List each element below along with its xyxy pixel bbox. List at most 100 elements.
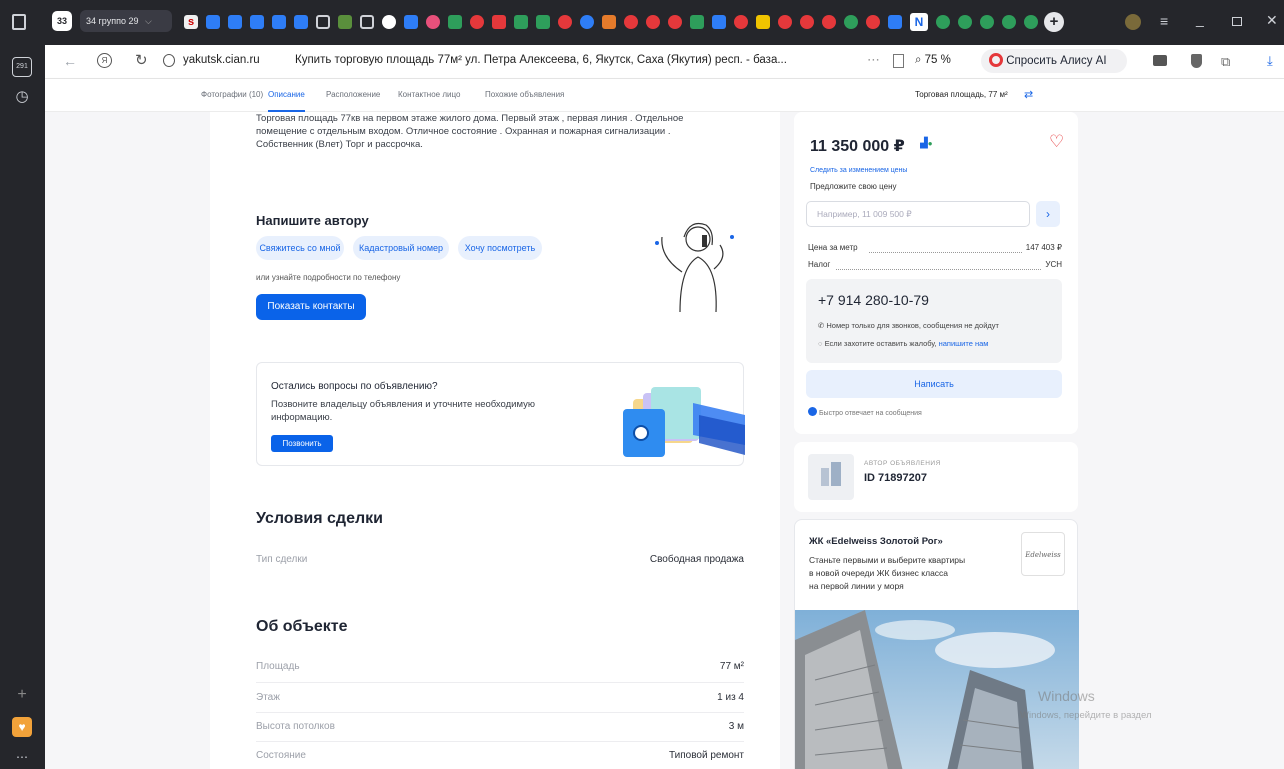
tab-icon[interactable] [382,15,396,29]
chip-want-view[interactable]: Хочу посмотреть [458,236,542,260]
clock-icon[interactable]: ◷ [12,87,32,107]
ad-card[interactable]: ЖК «Edelweiss Золотой Рог» Станьте первы… [794,519,1079,769]
tab-icon[interactable] [936,15,950,29]
tab-icon[interactable] [404,15,418,29]
heart-icon[interactable]: ♡ [1049,132,1064,152]
back-icon[interactable]: ← [63,53,77,69]
tab-icon[interactable] [958,15,972,29]
tab-icon[interactable] [580,15,594,29]
phone-block: +7 914 280-10-79 ✆ Номер только для звон… [806,279,1062,363]
chip-cadastral[interactable]: Кадастровый номер [353,236,449,260]
new-tab-button[interactable]: + [1044,12,1064,32]
tab-icon[interactable] [734,15,748,29]
tab-icon[interactable] [866,15,880,29]
tab-icon[interactable] [712,15,726,29]
plus-icon[interactable]: + [12,685,32,705]
pin-icon[interactable]: ⤓ [1267,53,1273,69]
tab-icon[interactable] [690,15,704,29]
offer-price-input[interactable]: Например, 11 009 500 ₽ [806,201,1030,227]
url-domain[interactable]: yakutsk.cian.ru [183,54,260,66]
tab-icon[interactable] [844,15,858,29]
offer-price-label: Предложите свою цену [810,182,897,191]
offer-submit-button[interactable]: › [1036,201,1060,227]
show-contacts-button[interactable]: Показать контакты [256,294,366,320]
tab-icon[interactable] [1002,15,1016,29]
write-author-title: Напишите автору [256,213,369,228]
tab-icon[interactable] [206,15,220,29]
tab-icon[interactable] [602,15,616,29]
tab-counter[interactable]: 33 [52,11,72,31]
author-card: АВТОР ОБЪЯВЛЕНИЯ ID 71897207 [794,442,1078,512]
call-button[interactable]: Позвонить [271,435,333,452]
restore-icon[interactable] [1232,17,1242,26]
app-heart-icon[interactable]: ♥ [12,717,32,737]
shield-extension-icon[interactable] [1191,54,1202,68]
phone-number[interactable]: +7 914 280-10-79 [818,292,929,308]
follow-price-link[interactable]: Следить за изменением цены [810,167,907,174]
tab-icon[interactable] [228,15,242,29]
author-avatar[interactable] [808,454,854,500]
profile-icon[interactable] [1125,14,1141,30]
tab-icon[interactable] [888,15,902,29]
tab-icon[interactable] [822,15,836,29]
tab-icon[interactable] [980,15,994,29]
alice-button[interactable]: Спросить Алису AI [981,49,1127,73]
menu-icon[interactable]: ≡ [1160,13,1168,29]
bookmark-icon[interactable] [893,54,904,68]
nav-link-similar[interactable]: Похожие объявления [485,90,564,99]
tab-icon[interactable] [272,15,286,29]
tab-icon[interactable] [800,15,814,29]
write-button[interactable]: Написать [806,370,1062,398]
ad-text: Станьте первыми и выберите квартиры в но… [809,554,965,593]
downloads-icon[interactable]: ⧉ [1221,54,1230,70]
activation-watermark-text: Windows, перейдите в раздел [1020,710,1152,721]
compare-icon[interactable]: ⇄ [1024,88,1033,101]
more-dots-icon[interactable]: ⋯ [867,52,880,68]
page-title[interactable]: Купить торговую площадь 77м² ул. Петра А… [295,54,875,66]
complaint-link[interactable]: напишите нам [939,339,989,348]
tab-icon[interactable] [360,15,374,29]
price-chart-icon[interactable]: ▟● [920,138,933,149]
tab-icon[interactable] [536,15,550,29]
deal-type-label: Тип сделки [256,554,308,565]
tab-icon[interactable] [448,15,462,29]
extension-icon[interactable] [1153,55,1167,66]
tab-icon[interactable] [316,15,330,29]
ad-title: ЖК «Edelweiss Золотой Рог» [809,536,943,547]
object-ceiling-label: Высота потолков [256,721,335,732]
tab-icon[interactable] [558,15,572,29]
tab-icon[interactable] [756,15,770,29]
tab-icon[interactable] [1024,15,1038,29]
object-condition-value: Типовой ремонт [668,750,744,761]
author-id[interactable]: ID 71897207 [864,472,927,484]
tab-group-button[interactable]: 34 группо 29 ⌵ [80,10,172,32]
tab-icon[interactable] [250,15,264,29]
close-icon[interactable]: ✕ [1266,12,1278,29]
reload-icon[interactable]: ↻ [135,51,148,69]
tab-icon[interactable]: s [184,15,198,29]
zoom-indicator[interactable]: ⌕ 75 % [915,54,951,67]
minimize-icon[interactable]: _ [1196,11,1204,27]
tab-icon[interactable] [294,15,308,29]
yandex-icon[interactable]: Я [97,53,112,68]
tab-icon[interactable] [470,15,484,29]
more-icon[interactable]: ⋯ [12,747,32,767]
tab-icon[interactable] [426,15,440,29]
nav-link-photos[interactable]: Фотографии (10) [201,90,263,99]
tab-icon[interactable] [624,15,638,29]
nav-link-contact[interactable]: Контактное лицо [398,90,460,99]
nav-link-location[interactable]: Расположение [326,90,380,99]
calendar-badge-icon[interactable]: 291 [12,57,32,77]
tab-icon[interactable] [338,15,352,29]
nav-link-description[interactable]: Описание [268,90,305,112]
chip-contact-me[interactable]: Свяжитесь со мной [256,236,344,260]
tab-icon[interactable] [778,15,792,29]
page-section-nav: Фотографии (10) Описание Расположение Ко… [45,79,1284,112]
tab-icon[interactable] [492,15,506,29]
tab-icon[interactable] [668,15,682,29]
tab-icon[interactable] [646,15,660,29]
tab-icon-active[interactable]: N [910,13,928,31]
tab-icon[interactable] [514,15,528,29]
questions-title: Остались вопросы по объявлению? [271,381,438,392]
tab-list-icon[interactable] [12,14,26,30]
